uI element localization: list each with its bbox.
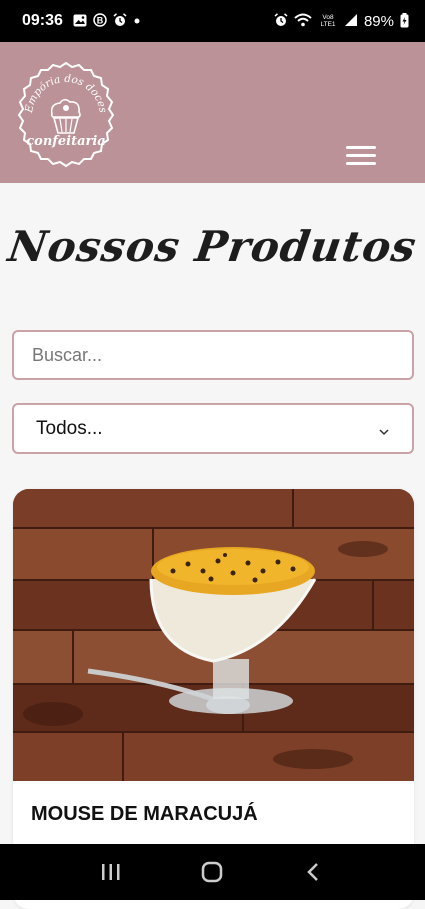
signal-icon [344,13,358,29]
category-select-value: Todos... [36,417,103,439]
dot-icon [133,15,141,27]
status-bar: 09:36 B Vo8 LTE1 89% [0,0,425,42]
menu-line-icon [346,162,376,165]
status-right: Vo8 LTE1 89% [274,12,409,30]
wifi-icon [294,13,312,29]
b-icon: B [93,13,107,29]
gallery-icon [73,14,87,29]
battery-icon [400,12,409,30]
back-icon [307,863,319,881]
alarm-icon [274,13,288,29]
page-title: Nossos Produtos [5,222,420,271]
recent-apps-icon [101,864,120,880]
back-button[interactable] [294,852,334,892]
menu-line-icon [346,146,376,149]
svg-text:B: B [97,16,104,26]
category-select[interactable]: Todos... [12,403,414,454]
chevron-down-icon [378,423,390,435]
search-input[interactable] [12,330,414,380]
status-left: 09:36 B [22,12,141,30]
store-logo[interactable]: Empória dos doces confeitaria [12,60,120,168]
recent-apps-button[interactable] [91,852,131,892]
status-time: 09:36 [22,12,63,29]
home-button[interactable] [192,852,232,892]
product-name: MOUSE DE MARACUJÁ [31,803,258,825]
hamburger-menu-button[interactable] [346,146,376,168]
svg-text:LTE1: LTE1 [320,21,335,27]
passion-fruit-mousse-photo [13,489,414,781]
logo-text-bottom: confeitaria [26,134,105,149]
system-nav-bar [0,844,425,900]
battery-percent: 89% [363,12,394,30]
site-header: Empória dos doces confeitaria [0,42,425,183]
volte-icon: Vo8 LTE1 [318,13,338,29]
menu-line-icon [346,154,376,157]
alarm-icon [113,13,127,29]
home-icon [202,861,223,883]
svg-text:Vo8: Vo8 [322,14,334,21]
